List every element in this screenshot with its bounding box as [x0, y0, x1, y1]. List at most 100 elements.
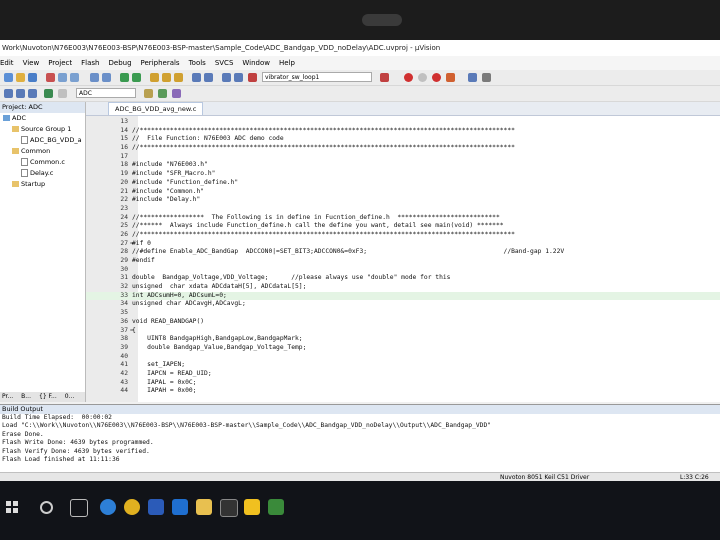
code-line[interactable]: 27 = #if 0: [86, 240, 720, 249]
code-line[interactable]: 17: [86, 153, 720, 162]
tree-node[interactable]: ADC: [0, 113, 85, 124]
target-select[interactable]: ADC: [76, 88, 136, 98]
menu-project[interactable]: Project: [48, 59, 72, 67]
menu-edit[interactable]: Edit: [0, 59, 14, 67]
undo-icon[interactable]: [90, 73, 99, 82]
code-line[interactable]: 28 //#define Enable_ADC_BandGap ADCCON0|=…: [86, 248, 720, 257]
code-line[interactable]: 34 unsigned char ADCavgH,ADCavgL;: [86, 300, 720, 309]
bookmark-icon[interactable]: [150, 73, 159, 82]
tree-node[interactable]: Startup: [0, 179, 85, 190]
project-panel-tab[interactable]: 0...: [63, 393, 75, 400]
menu-debug[interactable]: Debug: [109, 59, 132, 67]
edge-browser-icon[interactable]: [100, 499, 116, 515]
code-line[interactable]: 20 #include "Function_define.h": [86, 179, 720, 188]
menu-flash[interactable]: Flash: [81, 59, 99, 67]
code-line[interactable]: 25 //****** Always include Function_defin…: [86, 222, 720, 231]
code-line[interactable]: 26 //************************************…: [86, 231, 720, 240]
search-icon[interactable]: [40, 501, 53, 514]
tree-node[interactable]: Common: [0, 146, 85, 157]
chrome-browser-icon[interactable]: [124, 499, 140, 515]
save-icon[interactable]: [28, 73, 37, 82]
redo-icon[interactable]: [102, 73, 111, 82]
prev-bookmark-icon[interactable]: [162, 73, 171, 82]
target-options-icon[interactable]: [144, 89, 153, 98]
code-line[interactable]: 18 #include "N76E003.h": [86, 161, 720, 170]
code-line[interactable]: 32 unsigned char xdata ADCdataH[5], ADCda…: [86, 283, 720, 292]
navigate-back-icon[interactable]: [120, 73, 129, 82]
unindent-icon[interactable]: [204, 73, 213, 82]
code-line[interactable]: 40: [86, 353, 720, 362]
stop-build-icon[interactable]: [58, 89, 67, 98]
uncomment-icon[interactable]: [234, 73, 243, 82]
code-line[interactable]: 13: [86, 118, 720, 127]
open-file-icon[interactable]: [16, 73, 25, 82]
menu-window[interactable]: Window: [242, 59, 270, 67]
code-line[interactable]: 16 //************************************…: [86, 144, 720, 153]
code-line[interactable]: 33 int ADCsumH=0, ADCsumL=0;: [86, 291, 720, 301]
rebuild-icon[interactable]: [28, 89, 37, 98]
code-line[interactable]: 14 //************************************…: [86, 127, 720, 136]
window-layout-icon[interactable]: [468, 73, 477, 82]
code-line[interactable]: 36 void READ_BANDGAP(): [86, 318, 720, 327]
project-panel-tab[interactable]: B...: [19, 393, 31, 400]
code-line[interactable]: 37 ={: [86, 327, 720, 336]
tree-node[interactable]: Source Group 1: [0, 124, 85, 135]
code-line[interactable]: 31 double Bandgap_Voltage,VDD_Voltage; //…: [86, 274, 720, 283]
tree-node[interactable]: Delay.c: [0, 168, 85, 179]
translate-icon[interactable]: [4, 89, 13, 98]
code-line[interactable]: 30: [86, 266, 720, 275]
windows-start-icon[interactable]: [6, 501, 18, 513]
code-editor[interactable]: ADC_BG_VDD_avg_new.c 13 14 //*************…: [86, 102, 720, 402]
navigate-forward-icon[interactable]: [132, 73, 141, 82]
new-file-icon[interactable]: [4, 73, 13, 82]
find-combo[interactable]: vibrator_sw_loop1: [262, 72, 372, 82]
project-panel-tab[interactable]: {} F...: [37, 393, 57, 400]
download-icon[interactable]: [44, 89, 53, 98]
disable-breakpoint-icon[interactable]: [418, 73, 427, 82]
select-packs-icon[interactable]: [172, 89, 181, 98]
code-line[interactable]: 44 IAPAH = 0x00;: [86, 387, 720, 396]
code-line[interactable]: 24 //***************** The Following is i…: [86, 214, 720, 223]
configure-icon[interactable]: [482, 73, 491, 82]
code-line[interactable]: 29 #endif: [86, 257, 720, 266]
menu-svcs[interactable]: SVCS: [215, 59, 234, 67]
word-icon[interactable]: [148, 499, 164, 515]
code-line[interactable]: 15 // File Function: N76E003 ADC demo cod…: [86, 135, 720, 144]
next-bookmark-icon[interactable]: [174, 73, 183, 82]
code-line[interactable]: 35: [86, 309, 720, 318]
store-icon[interactable]: [172, 499, 188, 515]
code-line[interactable]: 22 #include "Delay.h": [86, 196, 720, 205]
code-line[interactable]: 38 UINT8 BandgapHigh,BandgapLow,BandgapM…: [86, 335, 720, 344]
task-view-icon[interactable]: [70, 499, 88, 517]
menu-help[interactable]: Help: [279, 59, 295, 67]
find-icon[interactable]: [248, 73, 257, 82]
manage-components-icon[interactable]: [158, 89, 167, 98]
code-line[interactable]: 19 #include "SFR_Macro.h": [86, 170, 720, 179]
calculator-icon[interactable]: [220, 499, 238, 517]
menu-view[interactable]: View: [23, 59, 40, 67]
code-line[interactable]: 39 double Bandgap_Value,Bandgap_Voltage_…: [86, 344, 720, 353]
copy-icon[interactable]: [58, 73, 67, 82]
code-line[interactable]: 21 #include "Common.h": [86, 188, 720, 197]
project-panel-tab[interactable]: Pr...: [0, 393, 13, 400]
chat-app-icon[interactable]: [244, 499, 260, 515]
code-line[interactable]: 42 IAPCN = READ_UID;: [86, 370, 720, 379]
menu-tools[interactable]: Tools: [189, 59, 206, 67]
kill-breakpoints-icon[interactable]: [432, 73, 441, 82]
file-explorer-icon[interactable]: [196, 499, 212, 515]
menu-peripherals[interactable]: Peripherals: [141, 59, 180, 67]
editor-tab-active[interactable]: ADC_BG_VDD_avg_new.c: [108, 102, 204, 115]
code-line[interactable]: 43 IAPAL = 0x0C;: [86, 379, 720, 388]
keil-uvision-icon[interactable]: [268, 499, 284, 515]
code-line[interactable]: 41 set_IAPEN;: [86, 361, 720, 370]
tree-node[interactable]: Common.c: [0, 157, 85, 168]
cut-icon[interactable]: [46, 73, 55, 82]
comment-icon[interactable]: [222, 73, 231, 82]
debug-icon[interactable]: [446, 73, 455, 82]
breakpoint-icon[interactable]: [404, 73, 413, 82]
paste-icon[interactable]: [70, 73, 79, 82]
code-line[interactable]: 23: [86, 205, 720, 214]
build-icon[interactable]: [16, 89, 25, 98]
tree-node[interactable]: ADC_BG_VDD_a: [0, 135, 85, 146]
find-in-files-icon[interactable]: [380, 73, 389, 82]
